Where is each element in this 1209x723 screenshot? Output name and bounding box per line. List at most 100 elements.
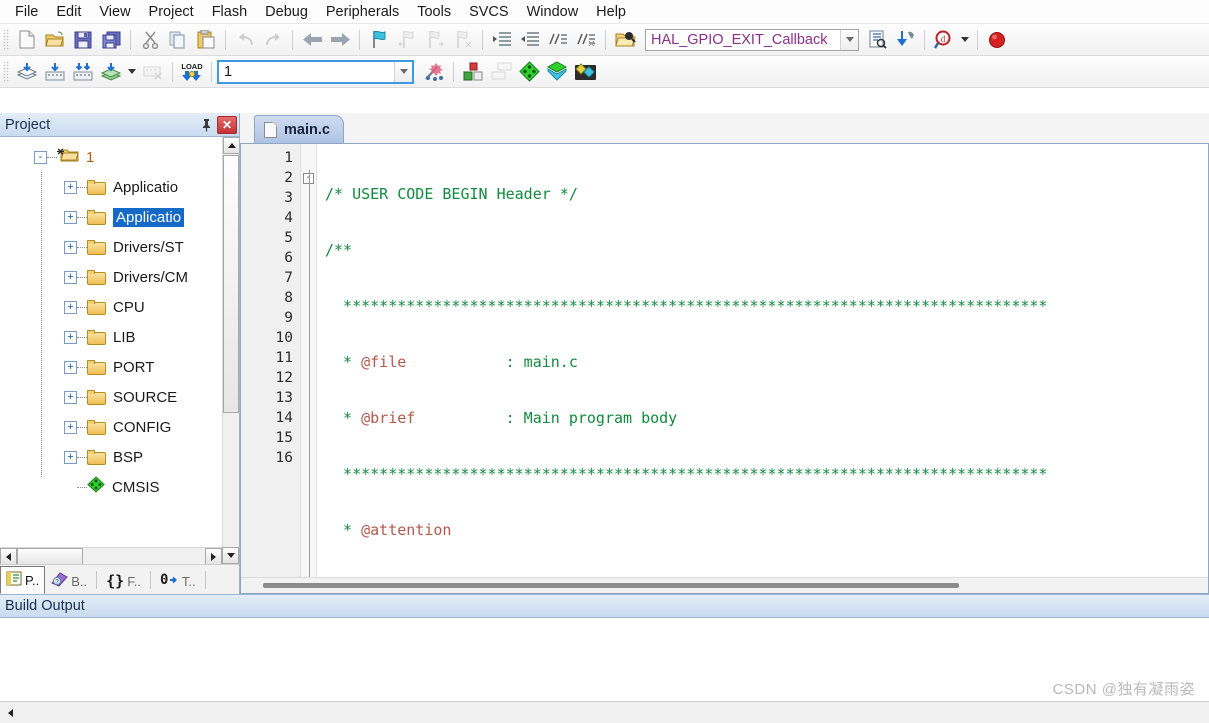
uncomment-icon[interactable] [572,26,600,54]
tree-node-application-1[interactable]: + Applicatio [0,172,222,202]
tree-node-application-2[interactable]: + Applicatio [0,202,222,232]
scroll-up-button[interactable] [223,137,239,154]
tab-project[interactable]: P.. [0,566,46,594]
build-output-content[interactable] [0,618,1209,701]
code-line: /* USER CODE BEGIN Header */ [325,185,578,203]
find-combo[interactable]: HAL_GPIO_EXIT_Callback [645,28,859,51]
scroll-right-button[interactable] [205,548,222,564]
menu-tools[interactable]: Tools [408,2,460,22]
new-file-icon[interactable] [13,26,41,54]
navigate-forward-icon[interactable] [326,26,354,54]
toolbar-grip[interactable] [3,28,10,51]
menu-flash[interactable]: Flash [203,2,256,22]
green-diamond-icon[interactable] [515,58,543,86]
batch-build-dropdown-arrow[interactable] [125,58,139,86]
code-text[interactable]: /* USER CODE BEGIN Header */ /** *******… [317,144,1208,577]
code-editor[interactable]: 1 2 3 4 5 6 7 8 9 10 11 12 13 14 15 16 /… [240,143,1209,594]
undo-icon[interactable] [231,26,259,54]
tab-functions[interactable]: {} F.. [100,568,147,594]
multi-project-icon[interactable] [487,58,515,86]
tree-node-bsp[interactable]: + BSP [0,442,222,472]
menu-help[interactable]: Help [587,2,635,22]
status-scroll-left-icon[interactable] [2,704,19,721]
translate-icon[interactable] [13,58,41,86]
batch-build-icon[interactable] [97,58,125,86]
stop-build-icon[interactable] [139,58,167,86]
outdent-icon[interactable] [516,26,544,54]
tree-node-drivers-cmsis[interactable]: + Drivers/CM [0,262,222,292]
save-all-icon[interactable] [97,26,125,54]
manage-runtime-icon[interactable] [571,58,599,86]
project-tree[interactable]: - 1 + Applicatio + Applicatio + Drivers/… [0,137,239,564]
menu-svcs[interactable]: SVCS [460,2,518,22]
stop-record-icon[interactable] [983,26,1011,54]
tree-node-config[interactable]: + CONFIG [0,412,222,442]
tree-node-drivers-st[interactable]: + Drivers/ST [0,232,222,262]
tree-node-source[interactable]: + SOURCE [0,382,222,412]
paste-icon[interactable] [192,26,220,54]
build-icon[interactable] [41,58,69,86]
insert-symbol-icon[interactable] [891,26,919,54]
target-options-wizard-icon[interactable] [420,58,448,86]
line-number: 16 [275,450,293,466]
line-number: 12 [275,370,293,386]
doc-tab-main-c[interactable]: main.c [254,115,344,143]
target-select-arrow[interactable] [394,61,412,82]
tree-node-cpu[interactable]: + CPU [0,292,222,322]
tab-books[interactable]: ? B.. [45,568,93,594]
cut-icon[interactable] [136,26,164,54]
open-file-icon[interactable] [41,26,69,54]
bookmark-list-icon[interactable] [863,26,891,54]
tree-node-lib[interactable]: + LIB [0,322,222,352]
project-tree-hscrollbar[interactable] [0,547,222,564]
menu-view[interactable]: View [90,2,139,22]
pack-installer-icon[interactable] [543,58,571,86]
scroll-left-button[interactable] [0,548,17,564]
debug-dropdown-arrow[interactable] [958,26,972,54]
find-combo-value: HAL_GPIO_EXIT_Callback [651,31,828,48]
bookmark-prev-icon[interactable] [393,26,421,54]
copy-icon[interactable] [164,26,192,54]
expander-root[interactable]: - [34,150,47,164]
project-tree-vscrollbar[interactable] [222,137,239,547]
code-fold-column[interactable]: - [301,144,317,577]
vscroll-thumb[interactable] [223,155,239,413]
pin-icon[interactable] [197,116,215,134]
bookmark-clear-icon[interactable] [449,26,477,54]
tree-connector [77,426,87,428]
tab-templates[interactable]: 0 T.. [154,568,202,594]
editor-hscrollbar[interactable] [241,577,1208,593]
comment-icon[interactable] [544,26,572,54]
tree-node-cmsis[interactable]: CMSIS [0,472,222,502]
toolbar-separator [977,29,978,50]
editor-hscroll-thumb[interactable] [263,583,959,588]
rebuild-icon[interactable] [69,58,97,86]
target-select-combo[interactable]: 1 [217,59,414,84]
toolbar-grip[interactable] [3,60,10,83]
menu-edit[interactable]: Edit [47,2,90,22]
download-load-icon[interactable]: LOAD [178,58,206,86]
menu-file[interactable]: File [6,2,47,22]
tree-node-target[interactable]: - 1 [0,142,222,172]
manage-components-icon[interactable] [459,58,487,86]
find-in-files-icon[interactable] [611,26,639,54]
project-panel-title: Project [5,116,51,133]
find-combo-arrow[interactable] [840,29,858,50]
debug-magnifier-icon[interactable]: d [930,26,958,54]
bookmark-next-icon[interactable] [421,26,449,54]
menu-window[interactable]: Window [518,2,588,22]
menu-debug[interactable]: Debug [256,2,317,22]
bookmark-toggle-icon[interactable] [365,26,393,54]
save-icon[interactable] [69,26,97,54]
navigate-back-icon[interactable] [298,26,326,54]
scroll-down-button[interactable] [222,547,239,564]
close-icon[interactable]: ✕ [217,115,237,134]
menu-peripherals[interactable]: Peripherals [317,2,408,22]
toolbar-separator [482,29,483,50]
build-toolbar: LOAD 1 [0,56,1209,88]
indent-icon[interactable] [488,26,516,54]
tree-node-port[interactable]: + PORT [0,352,222,382]
hscroll-thumb[interactable] [17,548,83,564]
menu-project[interactable]: Project [140,2,203,22]
redo-icon[interactable] [259,26,287,54]
